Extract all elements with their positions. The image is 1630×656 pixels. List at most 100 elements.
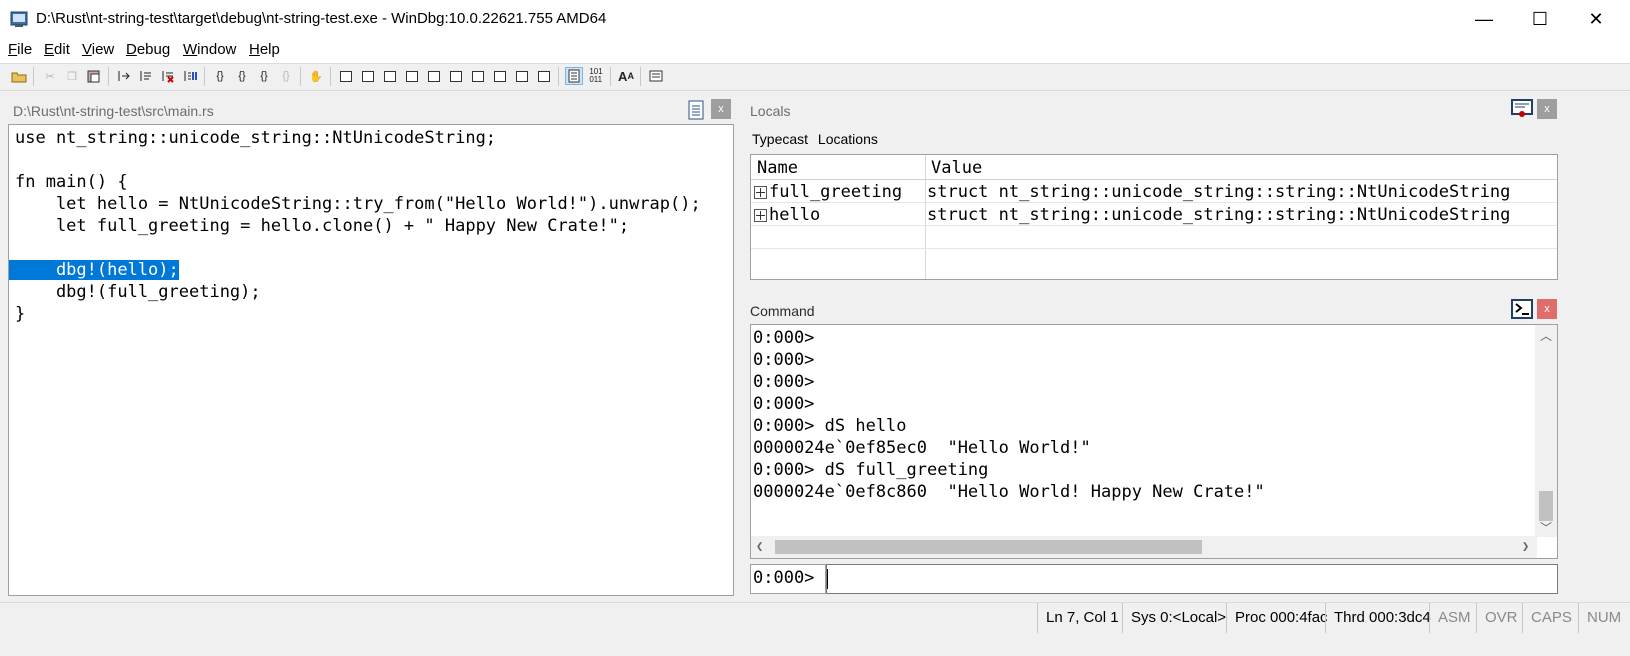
processes-icon[interactable] (514, 68, 530, 84)
locals-icon[interactable] (382, 68, 398, 84)
disassembly-icon[interactable] (470, 68, 486, 84)
locals-dock-icon[interactable] (1511, 99, 1533, 119)
watch-icon[interactable] (360, 68, 376, 84)
command-output-line: 0000024e`0ef8c860 "Hello World! Happy Ne… (753, 482, 1265, 502)
expand-icon[interactable] (754, 208, 767, 222)
minimize-button[interactable]: — (1456, 0, 1512, 38)
close-window-button[interactable]: ✕ (1568, 0, 1624, 38)
local-value: struct nt_string::unicode_string::string… (927, 205, 1511, 225)
code-line: let hello = NtUnicodeString::try_from("H… (15, 193, 701, 215)
vertical-scrollbar[interactable]: ︿ ﹀ (1535, 325, 1557, 537)
command-window-header: Command x (746, 296, 1559, 324)
memory-icon[interactable] (426, 68, 442, 84)
source-close-button[interactable]: x (711, 99, 731, 119)
registers-icon[interactable] (404, 68, 420, 84)
expand-icon[interactable] (754, 185, 767, 199)
scroll-right-icon[interactable]: ❯ (1522, 539, 1529, 553)
command-title: Command (750, 303, 815, 319)
command-window: Command x 0:000> 0:000> 0:000> 0:000> 0:000>… (746, 296, 1559, 598)
code-line: } (15, 303, 25, 325)
menu-view[interactable]: View (82, 41, 114, 58)
run-to-cursor-icon[interactable]: {} (278, 68, 294, 84)
scroll-left-icon[interactable]: ❮ (756, 539, 763, 553)
command-prompt-icon[interactable] (1511, 299, 1533, 319)
code-line-text: use nt_string::unicode_string::NtUnicode… (15, 128, 497, 148)
column-header-name[interactable]: Name (757, 158, 798, 178)
command-output-line: 0:000> (753, 328, 815, 348)
scroll-up-icon[interactable]: ︿ (1540, 327, 1552, 344)
maximize-icon: ☐ (1531, 8, 1549, 29)
break-icon[interactable] (182, 68, 198, 84)
menu-debug[interactable]: Debug (126, 41, 170, 58)
minimize-icon: — (1475, 8, 1493, 29)
local-name: full_greeting (769, 182, 903, 202)
command-output-line: 0000024e`0ef85ec0 "Hello World!" (753, 438, 1091, 458)
command-output-line: 0:000> (753, 350, 815, 370)
command-output[interactable]: 0:000> 0:000> 0:000> 0:000> 0:000> dS hello 0… (750, 324, 1558, 559)
step-out-icon[interactable]: {} (256, 68, 272, 84)
status-num: NUM (1578, 603, 1630, 633)
horizontal-scrollbar[interactable]: ❮ ❯ (751, 536, 1537, 558)
source-mode-icon[interactable] (565, 67, 583, 85)
menu-edit[interactable]: Edit (44, 41, 70, 58)
code-line-text: dbg!(hello); (9, 260, 179, 280)
status-caps: CAPS (1522, 603, 1576, 633)
code-line-text: let full_greeting = hello.clone() + " Ha… (15, 216, 630, 236)
options-icon[interactable] (648, 68, 664, 84)
status-ovr: OVR (1476, 603, 1521, 633)
code-line: dbg!(hello); (9, 259, 179, 281)
maximize-button[interactable]: ☐ (1512, 0, 1568, 38)
toolbar: ✂ ❐ {} {} {} {} ✋ 101 011 AA (0, 63, 1630, 91)
cut-icon[interactable]: ✂ (42, 68, 58, 84)
scroll-down-icon[interactable]: ﹀ (1540, 519, 1552, 536)
tab-locations[interactable]: Locations (818, 131, 878, 147)
local-value: struct nt_string::unicode_string::string… (927, 182, 1511, 202)
paste-icon[interactable] (86, 68, 102, 84)
window-title: D:\Rust\nt-string-test\target\debug\nt-s… (36, 10, 607, 27)
open-icon[interactable] (11, 68, 27, 84)
source-window: D:\Rust\nt-string-test\src\main.rs x use… (5, 96, 737, 599)
title-bar: D:\Rust\nt-string-test\target\debug\nt-s… (0, 0, 1630, 38)
status-position: Ln 7, Col 1 (1037, 603, 1126, 633)
tab-typecast[interactable]: Typecast (752, 131, 808, 147)
status-thrd: Thrd 000:3dc4 (1325, 603, 1431, 633)
locals-tabs: Typecast Locations (752, 131, 878, 147)
code-line-text: dbg!(full_greeting); (15, 282, 261, 302)
command-window-icon[interactable] (338, 68, 354, 84)
table-row[interactable]: hello (754, 205, 820, 225)
locals-title: Locals (750, 103, 791, 119)
menu-help[interactable]: Help (249, 41, 280, 58)
vertical-scroll-thumb[interactable] (1539, 491, 1553, 521)
menu-file[interactable]: File (8, 41, 32, 58)
stop-icon[interactable] (160, 68, 176, 84)
locals-close-button[interactable]: x (1537, 99, 1557, 119)
source-file-path: D:\Rust\nt-string-test\src\main.rs (13, 103, 214, 119)
table-row[interactable]: full_greeting (754, 182, 902, 202)
font-icon[interactable]: AA (618, 68, 634, 84)
scratch-pad-icon[interactable] (492, 68, 508, 84)
hex-icon[interactable]: 101 011 (588, 68, 604, 84)
source-code-view[interactable]: use nt_string::unicode_string::NtUnicode… (8, 124, 734, 596)
command-input[interactable] (826, 564, 1558, 594)
restart-icon[interactable] (138, 68, 154, 84)
command-prompt-label: 0:000> (750, 564, 826, 594)
close-icon: x (718, 103, 724, 115)
horizontal-scroll-thumb[interactable] (775, 540, 1202, 554)
copy-icon[interactable]: ❐ (64, 68, 80, 84)
step-over-icon[interactable]: {} (234, 68, 250, 84)
status-asm: ASM (1429, 603, 1474, 633)
locals-grid: Name Value full_greeting struct nt_strin… (750, 154, 1558, 280)
code-line: let full_greeting = hello.clone() + " Ha… (15, 215, 629, 237)
status-proc: Proc 000:4fac (1226, 603, 1329, 633)
go-icon[interactable] (116, 68, 132, 84)
hand-icon[interactable]: ✋ (308, 68, 324, 84)
menu-window[interactable]: Window (183, 41, 236, 58)
output-window-icon[interactable] (536, 68, 552, 84)
command-close-button[interactable]: x (1537, 299, 1557, 319)
source-doc-icon[interactable] (687, 100, 705, 120)
locals-window: Locals x Typecast Locations Name Value f… (746, 96, 1559, 286)
step-into-icon[interactable]: {} (212, 68, 228, 84)
column-header-value[interactable]: Value (931, 158, 982, 178)
code-line: use nt_string::unicode_string::NtUnicode… (15, 127, 496, 149)
call-stack-icon[interactable] (448, 68, 464, 84)
